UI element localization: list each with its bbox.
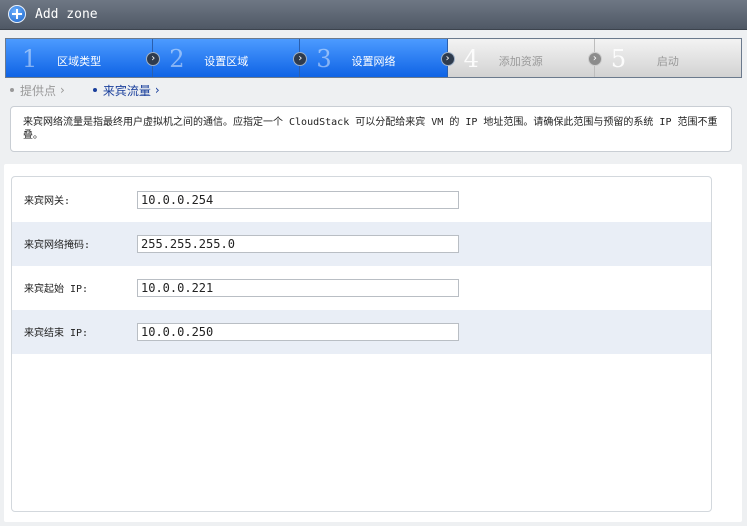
- window-title: Add zone: [35, 7, 98, 22]
- form-row-guest-end-ip: 来宾结束 IP:: [12, 310, 711, 354]
- form-row-guest-netmask: 来宾网络掩码:: [12, 222, 711, 266]
- step-5[interactable]: 5 启动: [594, 39, 742, 77]
- add-circle-icon: [8, 5, 26, 23]
- breadcrumb-item-guest-traffic[interactable]: 来宾流量 ›: [92, 82, 160, 99]
- step-3[interactable]: 3 设置网络 ›: [300, 39, 455, 77]
- step-2[interactable]: 2 设置区域 ›: [153, 39, 308, 77]
- guest-gateway-input[interactable]: [137, 191, 459, 209]
- breadcrumb-item-pod[interactable]: 提供点 ›: [10, 82, 65, 99]
- form-row-guest-start-ip: 来宾起始 IP:: [12, 266, 711, 310]
- step-label: 添加资源: [498, 55, 543, 68]
- form-row-guest-gateway: 来宾网关:: [12, 178, 711, 222]
- wizard-steps: 1 区域类型 › 2 设置区域 › 3 设置网络 › 4 添加资源 › 5 启动: [5, 38, 742, 78]
- chevron-right-icon: ›: [440, 52, 455, 66]
- step-label: 区域类型: [57, 55, 102, 68]
- step-4[interactable]: 4 添加资源 ›: [447, 39, 602, 77]
- chevron-right-icon: ›: [154, 83, 160, 97]
- breadcrumb-label: 来宾流量: [102, 83, 151, 98]
- step-label: 设置网络: [351, 55, 396, 68]
- breadcrumb-label: 提供点: [20, 83, 57, 98]
- step-1[interactable]: 1 区域类型 ›: [6, 39, 161, 77]
- guest-start-ip-input[interactable]: [137, 279, 459, 297]
- field-label: 来宾网络掩码:: [24, 240, 91, 251]
- chevron-right-icon: ›: [587, 52, 602, 66]
- breadcrumb: 提供点 › 来宾流量 ›: [10, 82, 188, 98]
- field-label: 来宾结束 IP:: [24, 328, 89, 339]
- guest-end-ip-input[interactable]: [137, 323, 459, 341]
- chevron-right-icon: ›: [60, 83, 65, 97]
- step-label: 启动: [656, 55, 679, 68]
- bullet-icon: [10, 88, 14, 92]
- field-label: 来宾网关:: [24, 196, 71, 207]
- guest-netmask-input[interactable]: [137, 235, 459, 253]
- bullet-icon: [92, 88, 97, 92]
- title-bar: Add zone: [0, 0, 747, 30]
- field-label: 来宾起始 IP:: [24, 284, 89, 295]
- description-text: 来宾网络流量是指最终用户虚拟机之间的通信。应指定一个 CloudStack 可以…: [10, 106, 732, 152]
- step-label: 设置区域: [204, 55, 249, 68]
